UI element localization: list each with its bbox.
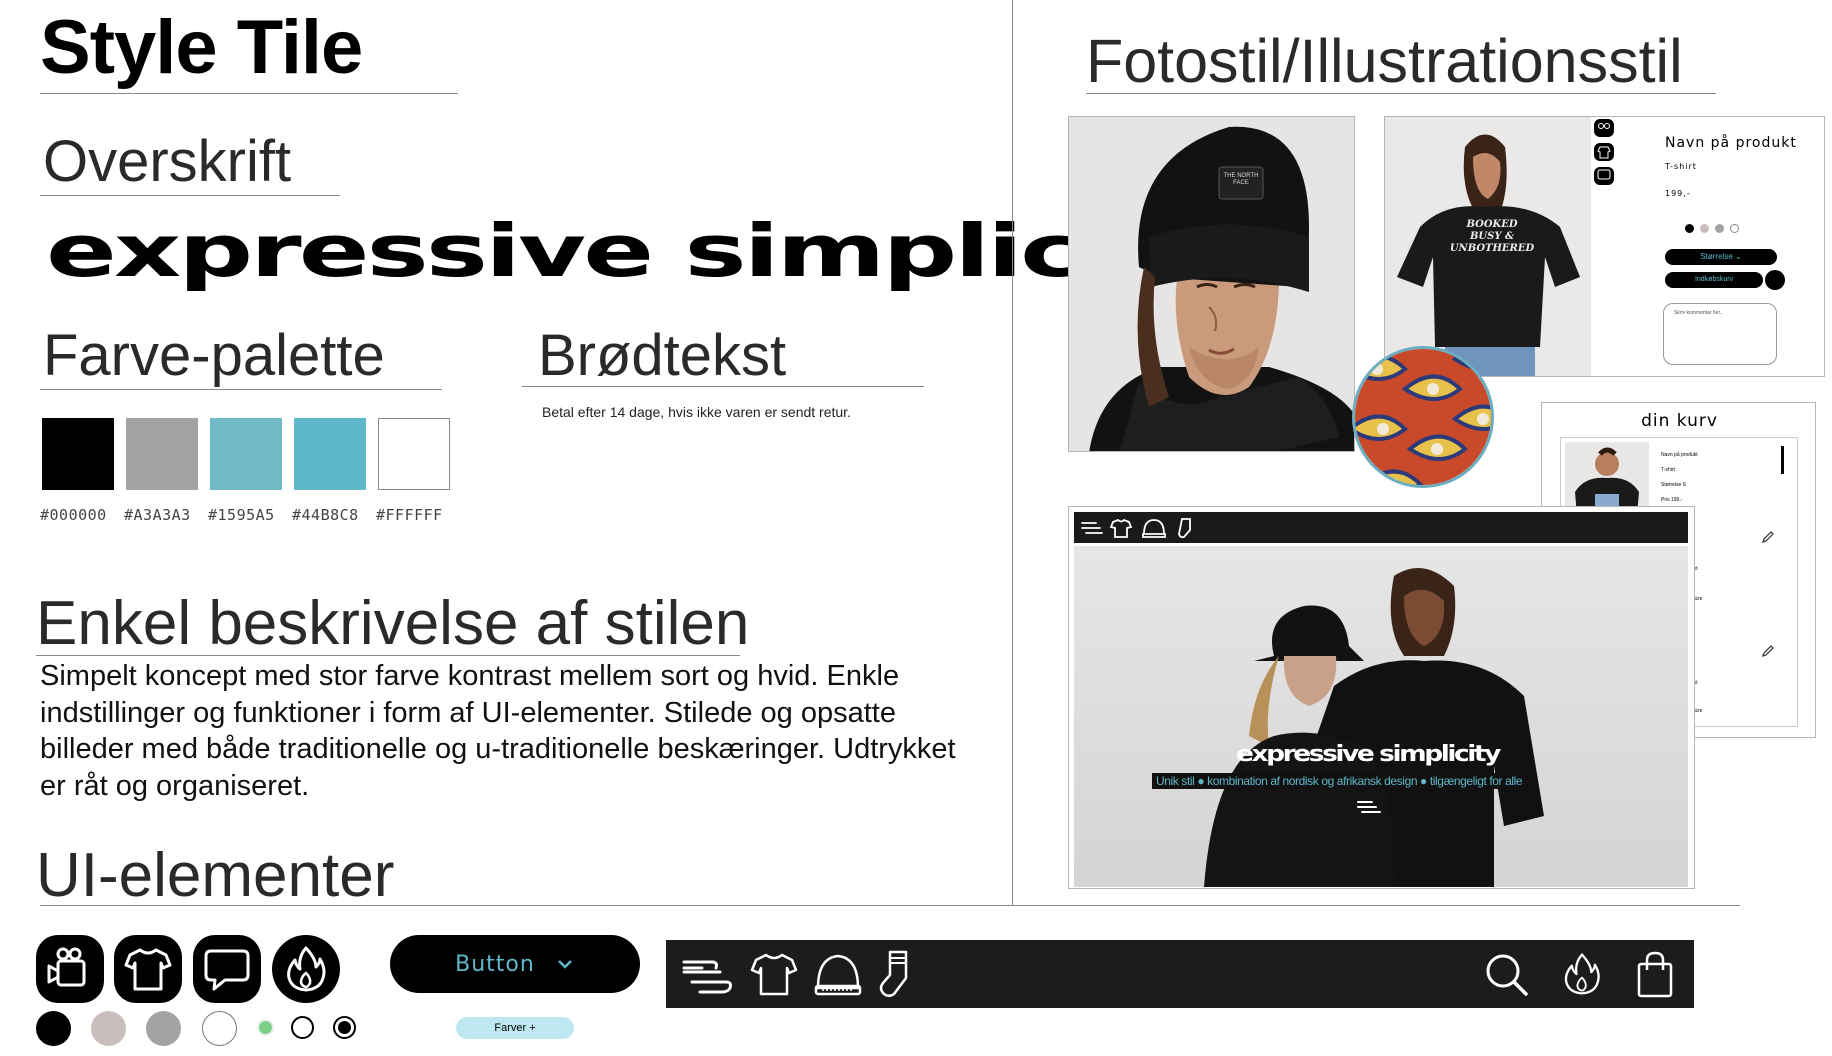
color-swatch-label: #1595A5 [208,506,275,524]
divider [40,389,442,390]
body-section-title: Brødtekst [538,323,787,388]
beanie-photo: THE NORTH FACE [1068,116,1355,452]
color-swatch-label: #000000 [40,506,107,524]
farver-button[interactable]: Farver + [456,1017,574,1039]
beanie-icon[interactable] [812,948,864,1000]
mock-product-name: Navn på produkt [1665,135,1797,151]
photo-section-title: Fotostil/Illustrationsstil [1086,27,1683,95]
color-swatch [210,418,282,490]
product-page-mock: BOOKED BUSY & UNBOTHERED Navn på produkt… [1384,116,1825,377]
mock-color-dot [1715,224,1724,233]
page-title: Style Tile [40,5,363,90]
color-dot-white[interactable] [202,1011,237,1046]
flame-button[interactable] [272,935,340,1003]
tshirt-icon[interactable] [748,948,800,1000]
description-section-title: Enkel beskrivelse af stilen [36,589,750,658]
divider [522,386,924,387]
hero-photo: expressive simplicity Unik stil ● kombin… [1074,546,1688,887]
radio-selected[interactable] [333,1016,356,1039]
dropdown-button[interactable]: Button [390,935,640,993]
color-dot-beige[interactable] [91,1011,126,1046]
shirt-print: BOOKED BUSY & UNBOTHERED [1449,219,1535,254]
hero-navbar [1074,512,1688,543]
product-photo: BOOKED BUSY & UNBOTHERED [1385,117,1591,376]
camera-button[interactable] [36,935,104,1003]
chevron-down-icon [557,960,572,969]
cart-title: din kurv [1641,411,1718,431]
sock-icon[interactable] [870,948,916,1000]
headline-section-title: Overskrift [43,129,292,194]
divider [36,655,740,656]
style-description: Simpelt koncept med stor farve kontrast … [40,660,956,802]
cart-item-details: Navn på produkt T-shirt Størrelse S Pris… [1661,452,1698,503]
mock-cart-button: Indkøbskurv [1665,272,1763,288]
flame-icon [287,946,326,992]
divider [1086,93,1716,94]
scrollbar[interactable] [1781,446,1784,474]
camera-icon [47,947,86,987]
color-dot-black[interactable] [36,1011,71,1046]
navigation-bar [666,940,1694,1008]
divider [40,93,458,94]
edit-icon[interactable] [1761,530,1775,544]
menu-logo-icon[interactable] [680,948,736,1000]
color-swatch-label: #FFFFFF [376,506,443,524]
mock-color-dot [1685,224,1694,233]
african-fabric-pattern [1352,346,1494,488]
hero-tagline: Unik stil ● kombination af nordisk og af… [1152,773,1527,789]
color-swatch [378,418,450,490]
divider [40,905,1740,906]
dropdown-button-label: Button [455,951,535,977]
display-text-sample: expressive simplicity [46,209,1227,293]
beanie-logo: THE NORTH FACE [1223,173,1259,186]
mock-product-type: T-shirt [1665,162,1697,171]
mock-product-price: 199,- [1665,189,1691,198]
mock-comment-box: Skriv kommentar her.. [1663,303,1777,365]
mock-size-button: Størrelse ⌄ [1665,249,1777,265]
mock-color-dot [1700,224,1709,233]
color-swatch [294,418,366,490]
chat-icon [204,949,250,991]
color-swatch [126,418,198,490]
hero-nav-icons [1081,518,1191,539]
radio-unselected[interactable] [291,1016,314,1039]
bag-icon[interactable] [1632,948,1678,1000]
search-icon[interactable] [1482,950,1530,998]
radio-selected-green[interactable] [257,1019,274,1036]
chat-button[interactable] [193,935,261,1003]
divider [40,195,340,196]
color-swatch [42,418,114,490]
column-divider [1012,0,1013,906]
color-swatch-label: #A3A3A3 [124,506,191,524]
mock-side-icons [1594,119,1614,185]
ui-section-title: UI-elementer [36,841,395,910]
body-text-sample: Betal efter 14 dage, hvis ikke varen er … [542,404,851,420]
hero-page-mock: expressive simplicity Unik stil ● kombin… [1068,506,1695,889]
color-swatch-label: #44B8C8 [292,506,359,524]
edit-icon[interactable] [1761,644,1775,658]
mock-color-dot [1730,224,1739,233]
hero-headline: expressive simplicity [1236,742,1501,767]
tshirt-button[interactable] [114,935,182,1003]
flame-icon[interactable] [1558,948,1606,1000]
mock-flame-button [1765,270,1785,290]
tshirt-icon [124,948,172,991]
palette-section-title: Farve-palette [43,323,385,388]
color-dot-grey[interactable] [146,1011,181,1046]
hero-logo-icon [1357,801,1381,813]
